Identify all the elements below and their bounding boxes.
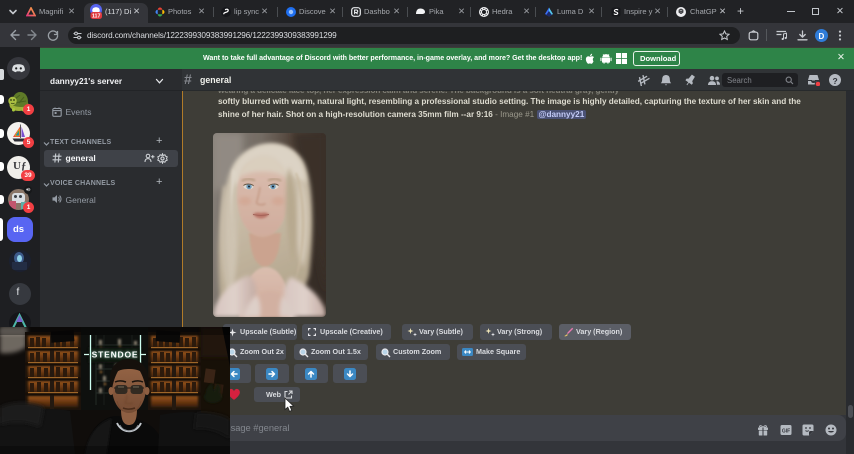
svg-text:GIF: GIF bbox=[782, 428, 790, 434]
svg-text:STENDOE: STENDOE bbox=[92, 350, 139, 360]
svg-text:117: 117 bbox=[92, 14, 101, 19]
